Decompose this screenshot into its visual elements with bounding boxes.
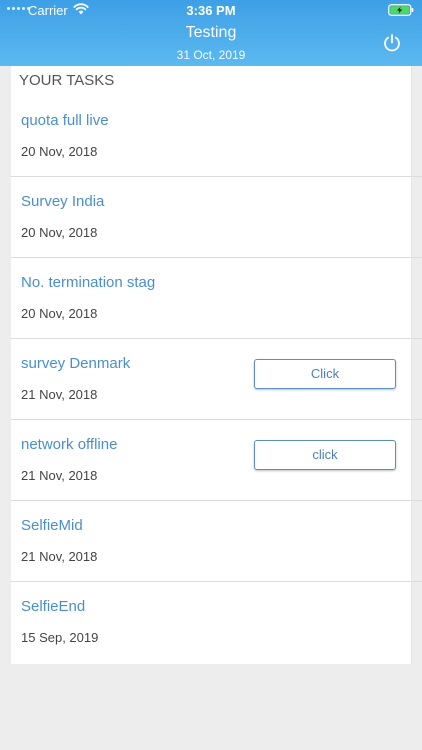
task-row[interactable]: quota full live 20 Nov, 2018 — [11, 96, 422, 177]
section-title: YOUR TASKS — [19, 72, 115, 89]
page-title: Testing — [185, 24, 237, 41]
card-edge-divider — [411, 66, 412, 664]
task-name: network offline — [21, 436, 118, 453]
tasks-card: YOUR TASKS quota full live 20 Nov, 2018 … — [11, 66, 422, 664]
task-date: 20 Nov, 2018 — [21, 306, 98, 321]
task-name: Survey India — [21, 193, 105, 210]
task-name: SelfieMid — [21, 517, 83, 534]
click-button[interactable]: Click — [254, 359, 396, 389]
task-date: 21 Nov, 2018 — [21, 468, 98, 483]
task-name: quota full live — [21, 112, 109, 129]
power-icon[interactable] — [382, 33, 402, 53]
status-time: 3:36 PM — [186, 3, 236, 18]
task-date: 20 Nov, 2018 — [21, 144, 98, 159]
task-name: survey Denmark — [21, 355, 131, 372]
page-subtitle-date: 31 Oct, 2019 — [176, 48, 246, 62]
task-row[interactable]: SelfieMid 21 Nov, 2018 — [11, 501, 422, 582]
battery-charging-icon — [388, 4, 414, 16]
task-row[interactable]: survey Denmark 21 Nov, 2018 Click — [11, 339, 422, 420]
task-row[interactable]: SelfieEnd 15 Sep, 2019 — [11, 582, 411, 663]
status-bar: Carrier 3:36 PM — [0, 0, 422, 22]
task-row[interactable]: network offline 21 Nov, 2018 click — [11, 420, 422, 501]
task-name: No. termination stag — [21, 274, 156, 291]
task-date: 15 Sep, 2019 — [21, 630, 99, 645]
task-row[interactable]: No. termination stag 20 Nov, 2018 — [11, 258, 422, 339]
task-name: SelfieEnd — [21, 598, 86, 615]
task-date: 21 Nov, 2018 — [21, 549, 98, 564]
app-header: Carrier 3:36 PM Testing 31 Oct, 2019 — [0, 0, 422, 66]
task-row[interactable]: Survey India 20 Nov, 2018 — [11, 177, 422, 258]
click-button[interactable]: click — [254, 440, 396, 470]
task-date: 21 Nov, 2018 — [21, 387, 98, 402]
task-date: 20 Nov, 2018 — [21, 225, 98, 240]
